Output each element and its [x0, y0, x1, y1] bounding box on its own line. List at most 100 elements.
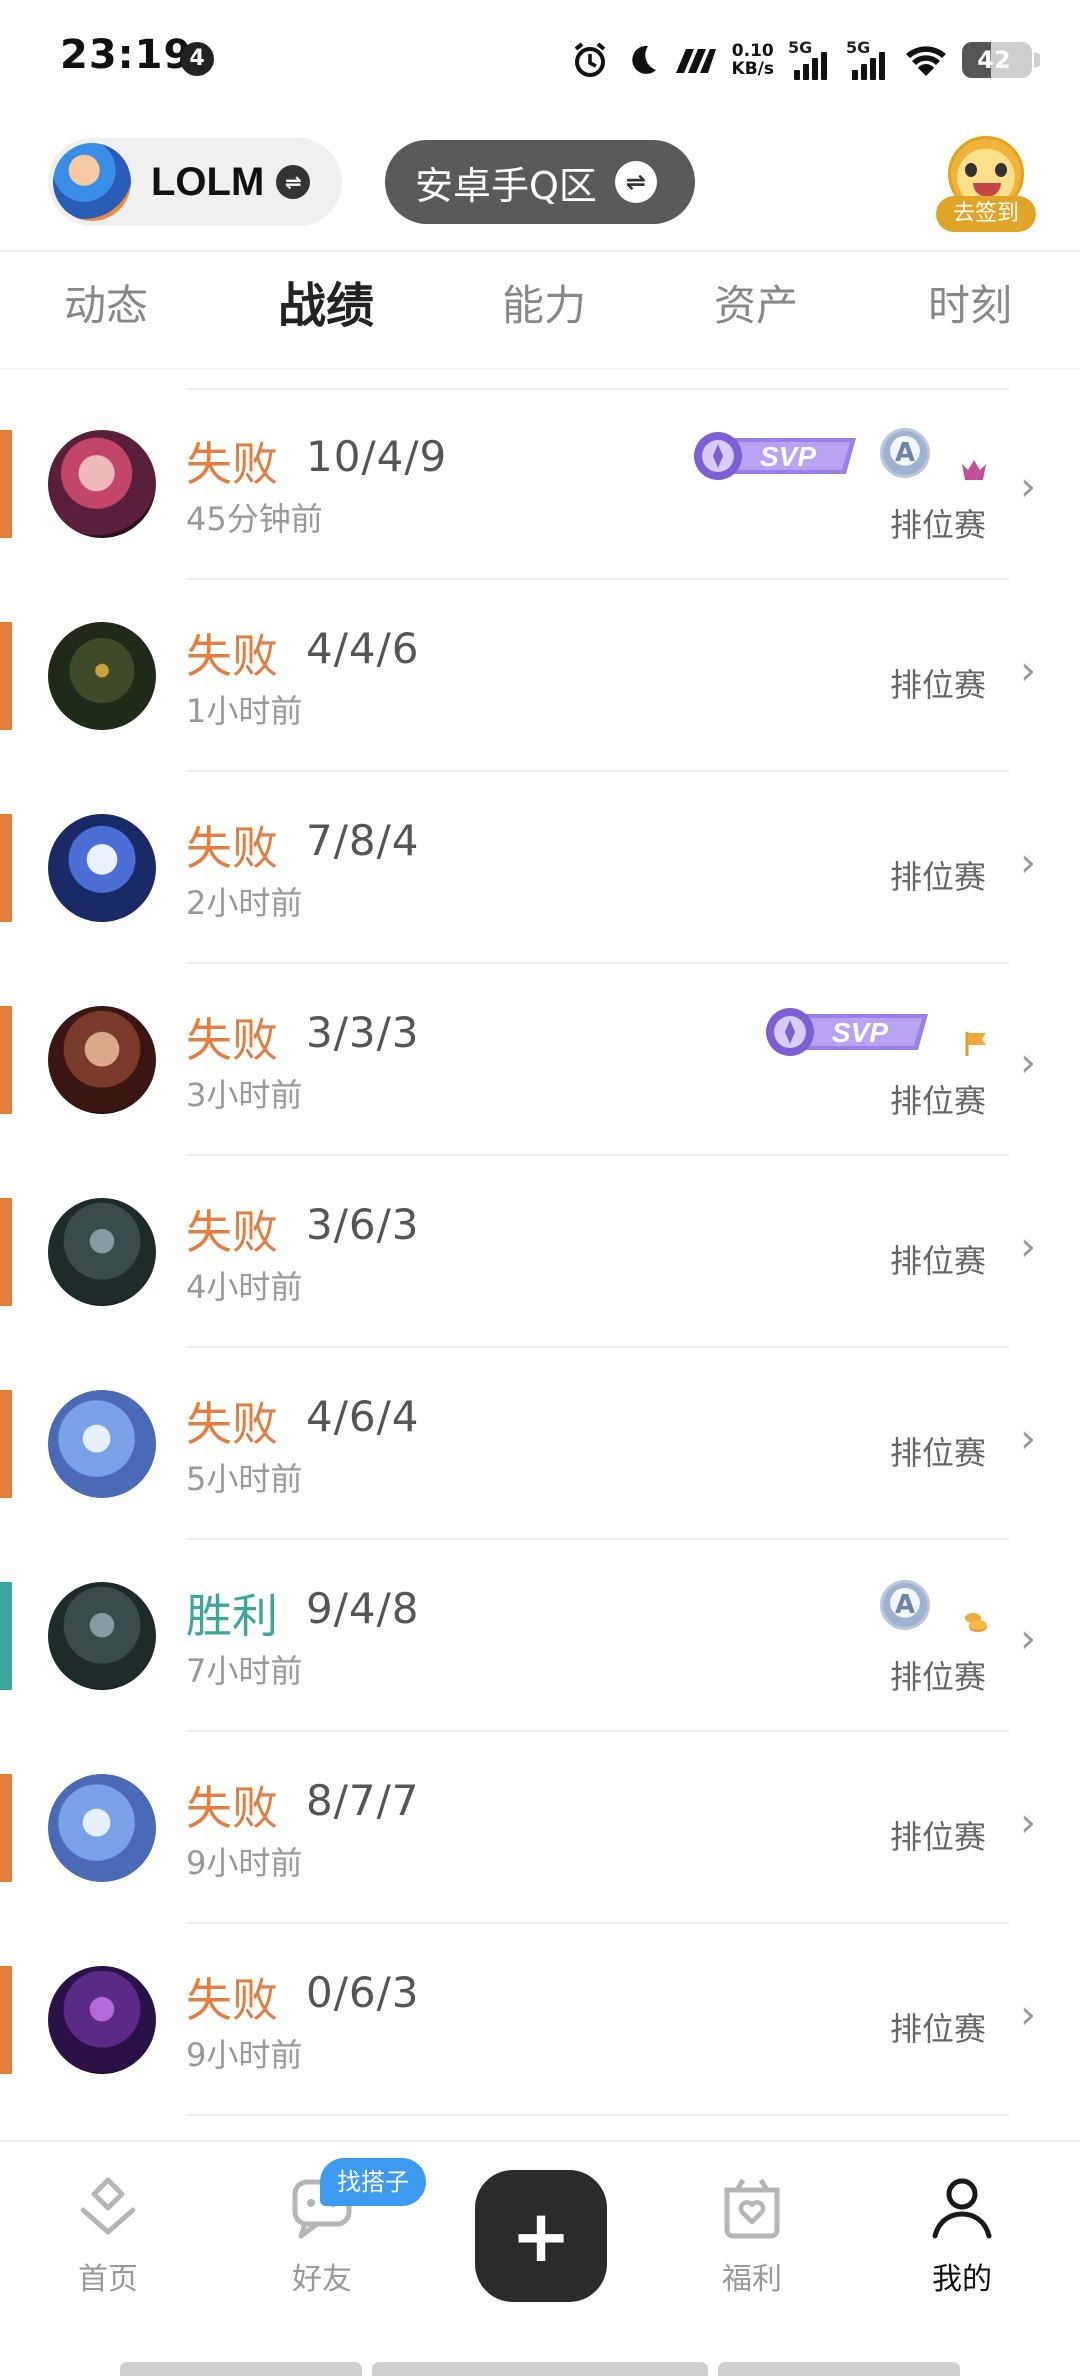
- row-divider: [186, 2114, 1010, 2116]
- match-row[interactable]: 失败 4/6/4 5小时前 排位赛 ›: [0, 1348, 1080, 1540]
- row-divider: [186, 388, 1010, 390]
- nav-home[interactable]: 首页: [38, 2172, 178, 2298]
- tab-feed[interactable]: 动态: [64, 272, 148, 333]
- match-row[interactable]: 失败 4/4/6 1小时前 排位赛 ›: [0, 580, 1080, 772]
- a-rank-badge: A: [880, 1580, 930, 1630]
- match-time-ago: 9小时前: [186, 1844, 303, 1882]
- plus-icon: +: [510, 2194, 572, 2278]
- match-result: 胜利: [186, 1589, 278, 1643]
- hero-mordekaiser-icon: [48, 1198, 156, 1306]
- match-result: 失败: [186, 1781, 278, 1835]
- match-time-ago: 1小时前: [186, 692, 303, 730]
- hero-mordekaiser-icon: [48, 1582, 156, 1690]
- game-switcher[interactable]: LOLM ⇌: [48, 138, 342, 226]
- match-mode: 排位赛: [889, 1242, 986, 1280]
- match-kda: 0/6/3: [306, 1968, 420, 2017]
- chevron-right-icon: ›: [1020, 1416, 1036, 1462]
- chevron-right-icon: ›: [1020, 648, 1036, 694]
- match-time-ago: 4小时前: [186, 1268, 303, 1306]
- match-mode: 排位赛: [889, 506, 986, 544]
- gesture-bar-center: [372, 2362, 708, 2376]
- server-swap-icon: ⇌: [614, 161, 657, 203]
- match-mode: 排位赛: [889, 1818, 986, 1856]
- match-mode: 排位赛: [889, 666, 986, 704]
- nav-me-label: 我的: [932, 2262, 992, 2297]
- match-kda: 7/8/4: [306, 816, 420, 865]
- match-result: 失败: [186, 1973, 278, 2027]
- hero-vi-icon: [48, 430, 156, 538]
- match-result: 失败: [186, 821, 278, 875]
- match-row[interactable]: 失败 3/6/3 4小时前 排位赛 ›: [0, 1156, 1080, 1348]
- match-row[interactable]: 失败 3/3/3 3小时前 SVP 排位赛 ›: [0, 964, 1080, 1156]
- app-header: LOLM ⇌ 安卓手Q区 ⇌ 去签到: [0, 130, 1080, 250]
- match-time-ago: 5小时前: [186, 1460, 303, 1498]
- signal-5g-1-icon: 5G: [788, 38, 832, 80]
- tab-ability[interactable]: 能力: [502, 272, 586, 333]
- chevron-right-icon: ›: [1020, 1800, 1036, 1846]
- match-result: 失败: [186, 629, 278, 683]
- nav-friends-label: 好友: [292, 2262, 352, 2297]
- match-row[interactable]: 失败 7/8/4 2小时前 排位赛 ›: [0, 772, 1080, 964]
- hero-fizz-icon: [48, 1774, 156, 1882]
- match-mode: 排位赛: [889, 858, 986, 896]
- match-time-ago: 45分钟前: [186, 500, 323, 538]
- find-partner-badge[interactable]: 找搭子: [320, 2158, 426, 2206]
- tab-moments[interactable]: 时刻: [928, 272, 1012, 333]
- checkin-label: 去签到: [936, 196, 1036, 232]
- a-rank-badge: A: [880, 428, 930, 478]
- bottom-nav: 首页 好友 找搭子 + 福利 我的: [0, 2140, 1080, 2376]
- chevron-right-icon: ›: [1020, 1992, 1036, 2038]
- crown-icon: [960, 456, 988, 484]
- nav-me[interactable]: 我的: [892, 2172, 1032, 2298]
- match-mode: 排位赛: [889, 1658, 986, 1696]
- gesture-bar-left: [120, 2362, 362, 2376]
- match-row[interactable]: 失败 8/7/7 9小时前 排位赛 ›: [0, 1732, 1080, 1924]
- match-row[interactable]: 胜利 9/4/8 7小时前 A 排位赛 ›: [0, 1540, 1080, 1732]
- swap-icon: ⇌: [276, 165, 311, 199]
- match-result: 失败: [186, 1397, 278, 1451]
- result-indicator-bar: [0, 1006, 12, 1114]
- game-avatar: [53, 143, 131, 221]
- carrier-icon: [674, 45, 718, 75]
- wifi-icon: [904, 42, 948, 78]
- status-icons: 0.10 KB/s 5G 5G 42: [570, 36, 1040, 84]
- match-time-ago: 3小时前: [186, 1076, 303, 1114]
- match-row[interactable]: 失败 10/4/9 45分钟前 SVP A 排位赛 ›: [0, 388, 1080, 580]
- moon-icon: [624, 42, 660, 78]
- match-result: 失败: [186, 1205, 278, 1259]
- match-time-ago: 2小时前: [186, 884, 303, 922]
- result-indicator-bar: [0, 622, 12, 730]
- match-mode: 排位赛: [889, 1082, 986, 1120]
- match-kda: 8/7/7: [306, 1776, 420, 1825]
- match-row[interactable]: 失败 0/6/3 9小时前 排位赛 ›: [0, 1924, 1080, 2116]
- svp-badge: SVP: [762, 1006, 932, 1058]
- tab-assets[interactable]: 资产: [714, 272, 798, 333]
- checkin-button[interactable]: 去签到: [936, 136, 1036, 234]
- status-time: 23:19: [60, 32, 193, 78]
- match-time-ago: 9小时前: [186, 2036, 303, 2074]
- tab-records[interactable]: 战绩: [278, 266, 374, 336]
- coins-icon: [962, 1610, 990, 1638]
- tab-bar: 动态 战绩 能力 资产 时刻: [0, 252, 1080, 370]
- result-indicator-bar: [0, 1390, 12, 1498]
- match-kda: 10/4/9: [306, 432, 448, 481]
- hero-kindred-icon: [48, 814, 156, 922]
- hero-darius-icon: [48, 1006, 156, 1114]
- home-icon: [73, 2172, 143, 2242]
- chevron-right-icon: ›: [1020, 464, 1036, 510]
- match-list: 失败 10/4/9 45分钟前 SVP A 排位赛 › 失败 4/4/6 1小时前 排位赛 › 失…: [0, 388, 1080, 2116]
- tabs-divider: [0, 368, 1080, 370]
- battery-indicator: 42: [962, 42, 1032, 78]
- server-switcher[interactable]: 安卓手Q区 ⇌: [385, 140, 695, 224]
- server-name: 安卓手Q区: [415, 163, 597, 208]
- match-kda: 4/6/4: [306, 1392, 420, 1441]
- signal-5g-2-icon: 5G: [846, 38, 890, 80]
- nav-welfare[interactable]: 福利: [682, 2172, 822, 2298]
- result-indicator-bar: [0, 1582, 12, 1690]
- hero-evelynn-icon: [48, 1966, 156, 2074]
- match-result: 失败: [186, 437, 278, 491]
- match-mode: 排位赛: [889, 2010, 986, 2048]
- svg-text:SVP: SVP: [760, 441, 816, 472]
- network-speed: 0.10 KB/s: [731, 41, 774, 79]
- create-post-button[interactable]: +: [475, 2170, 607, 2302]
